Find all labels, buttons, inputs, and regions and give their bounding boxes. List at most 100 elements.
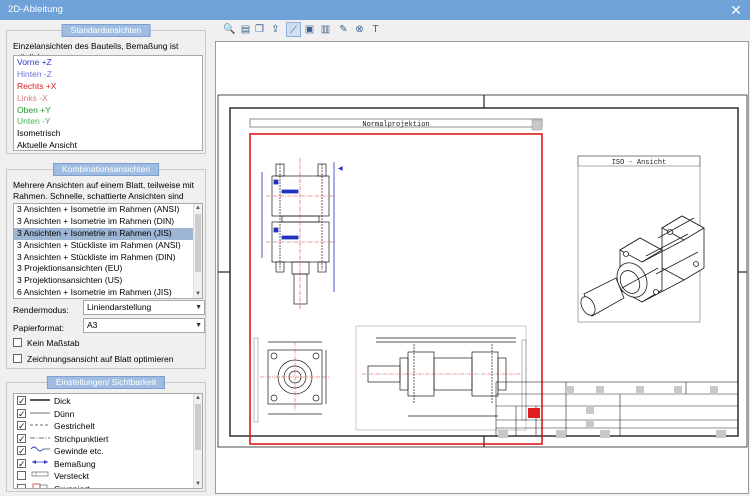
front-view[interactable] xyxy=(271,163,330,305)
scroll-thumb[interactable] xyxy=(195,214,201,272)
paper-format-select[interactable]: A3 ▼ xyxy=(83,318,205,333)
thick-line-icon xyxy=(30,394,50,401)
delete-icon[interactable]: ⊗ xyxy=(352,22,367,37)
standard-views-title: Standardansichten xyxy=(61,24,151,37)
combination-view-item[interactable]: 3 Ansichten + Stückliste im Rahmen (DIN) xyxy=(14,252,202,264)
combination-view-item[interactable]: 3 Ansichten + Stückliste im Rahmen (ANSI… xyxy=(14,240,202,252)
combination-view-item[interactable]: 3 Ansichten + Isometrie im Rahmen (JIS) xyxy=(14,227,202,240)
hidden-line-icon xyxy=(30,469,50,477)
checkbox-icon[interactable] xyxy=(13,354,22,363)
checkbox-icon[interactable] xyxy=(17,483,26,488)
measure-icon[interactable]: ⟋ xyxy=(286,22,301,37)
visibility-item[interactable]: Gruppiert xyxy=(14,482,202,488)
zoom-icon[interactable]: 🔍 xyxy=(222,22,237,37)
edit-icon[interactable]: ✎ xyxy=(336,22,351,37)
visibility-group: Einstellungen/ Sichtbarkeit Dick Dünn Gest… xyxy=(6,376,206,492)
optimize-view-label: Zeichnungsansicht auf Blatt optimieren xyxy=(27,354,174,364)
checkbox-icon[interactable] xyxy=(17,445,26,458)
copy-icon[interactable]: ❐ xyxy=(252,22,267,37)
export-icon[interactable]: ⇪ xyxy=(268,22,283,37)
top-view[interactable] xyxy=(367,337,516,417)
visibility-item[interactable]: Strichpunktiert xyxy=(14,432,202,445)
window-titlebar: 2D-Ableitung ✕ xyxy=(0,0,750,20)
combination-views-title: Kombinationsansichten xyxy=(53,163,159,176)
visibility-item-label: Gewinde etc. xyxy=(54,446,104,456)
print-preview-icon[interactable]: ▤ xyxy=(238,22,253,37)
combination-view-item[interactable]: 3 Ansichten + Isometrie im Rahmen (DIN) xyxy=(14,216,202,228)
visibility-item[interactable]: Dünn xyxy=(14,407,202,420)
iso-view-label: ISO - Ansicht xyxy=(612,159,667,167)
visibility-item[interactable]: Bemaßung xyxy=(14,457,202,470)
thread-line-icon xyxy=(30,444,50,452)
standard-view-item[interactable]: Links -X xyxy=(14,93,202,105)
visibility-item[interactable]: Dick xyxy=(14,394,202,408)
no-scale-checkbox[interactable]: Kein Maßstab xyxy=(13,338,79,349)
visibility-item-label: Versteckt xyxy=(54,471,89,481)
technical-drawing: Normalprojektion ◀ ISO - Ansicht xyxy=(217,94,748,448)
render-mode-label: Rendermodus: xyxy=(13,305,69,315)
chevron-down-icon: ▼ xyxy=(195,304,202,311)
render-mode-value: Liniendarstellung xyxy=(87,302,152,312)
standard-view-item[interactable]: Rechts +X xyxy=(14,81,202,93)
save-icon[interactable]: ▣ xyxy=(302,22,317,37)
scroll-up-icon[interactable]: ▲ xyxy=(194,204,202,212)
window-title: 2D-Ableitung xyxy=(8,4,63,15)
list-scrollbar[interactable]: ▲ ▼ xyxy=(193,204,202,298)
combination-views-list[interactable]: 3 Ansichten + Isometrie im Rahmen (ANSI)… xyxy=(13,203,203,299)
dashdot-line-icon xyxy=(30,432,50,438)
checkbox-icon[interactable] xyxy=(17,395,26,408)
standard-view-item[interactable]: Oben +Y xyxy=(14,105,202,117)
layers-icon[interactable]: ▥ xyxy=(318,22,333,37)
paper-format-label: Papierformat: xyxy=(13,323,65,333)
combination-view-item[interactable]: 3 Ansichten + Isometrie im Rahmen (ANSI) xyxy=(14,204,202,216)
isometric-part[interactable] xyxy=(578,215,705,318)
visibility-title: Einstellungen/ Sichtbarkeit xyxy=(46,376,166,389)
standard-view-item[interactable]: Unten -Y xyxy=(14,116,202,128)
svg-text:◀: ◀ xyxy=(338,166,343,172)
checkbox-icon[interactable] xyxy=(13,338,22,347)
no-scale-label: Kein Maßstab xyxy=(27,338,80,348)
standard-view-item[interactable]: Vorne +Z xyxy=(14,57,202,69)
drawing-area: 🔍 ▤ ❐ ⇪ ⟋ ▣ ▥ ✎ ⊗ T Normalprojektion ◀ I… xyxy=(214,20,750,496)
combination-view-item[interactable]: 3 Projektionsansichten (EU) xyxy=(14,263,202,275)
combination-views-description-1: Mehrere Ansichten auf einem Blatt, teilw… xyxy=(13,180,194,190)
visibility-item-label: Strichpunktiert xyxy=(54,433,109,444)
combination-view-item[interactable]: 6 Ansichten + Isometrie im Rahmen (JIS) xyxy=(14,287,202,298)
optimize-view-checkbox[interactable]: Zeichnungsansicht auf Blatt optimieren xyxy=(13,354,173,365)
standard-view-item[interactable]: Aktuelle Ansicht xyxy=(14,140,202,150)
visibility-item-label: Dünn xyxy=(54,408,75,419)
text-icon[interactable]: T xyxy=(368,22,383,37)
standard-views-group: Standardansichten Einzelansichten des Ba… xyxy=(6,24,206,154)
scroll-down-icon[interactable]: ▼ xyxy=(194,290,202,298)
visibility-item-label: Bemaßung xyxy=(54,458,96,469)
standard-view-item[interactable]: Isometrisch xyxy=(14,128,202,140)
visibility-item[interactable]: Gestrichelt xyxy=(14,419,202,433)
side-view[interactable] xyxy=(267,341,327,415)
render-mode-select[interactable]: Liniendarstellung ▼ xyxy=(83,300,205,315)
visibility-item[interactable]: Versteckt xyxy=(14,469,202,482)
grouped-line-icon xyxy=(30,482,50,488)
thin-line-icon xyxy=(30,407,50,413)
checkbox-icon[interactable] xyxy=(17,433,26,445)
scroll-up-icon[interactable]: ▲ xyxy=(194,394,202,402)
combination-views-group: Kombinationsansichten Mehrere Ansichten … xyxy=(6,163,206,369)
checkbox-icon[interactable] xyxy=(17,458,26,470)
standard-view-item[interactable]: Hinten -Z xyxy=(14,69,202,81)
drawing-canvas[interactable]: Normalprojektion ◀ ISO - Ansicht xyxy=(215,41,749,494)
checkbox-icon[interactable] xyxy=(17,420,26,433)
paper-format-value: A3 xyxy=(87,320,98,330)
close-icon[interactable]: ✕ xyxy=(728,2,744,18)
left-panel: Standardansichten Einzelansichten des Ba… xyxy=(0,20,214,496)
combination-view-item[interactable]: 3 Projektionsansichten (US) xyxy=(14,275,202,287)
drawing-toolbar: 🔍 ▤ ❐ ⇪ ⟋ ▣ ▥ ✎ ⊗ T xyxy=(214,20,750,40)
standard-views-list[interactable]: Vorne +Z Hinten -Z Rechts +X Links -X Oben +… xyxy=(13,55,203,151)
visibility-list[interactable]: Dick Dünn Gestrichelt Strichpunktiert Gewind… xyxy=(13,393,203,489)
scroll-thumb[interactable] xyxy=(195,404,201,450)
visibility-scrollbar[interactable]: ▲ ▼ xyxy=(193,394,202,488)
checkbox-icon[interactable] xyxy=(17,408,26,420)
checkbox-icon[interactable] xyxy=(17,471,26,480)
dimension-line-icon xyxy=(30,457,50,464)
scroll-down-icon[interactable]: ▼ xyxy=(194,480,202,488)
visibility-item-label: Gestrichelt xyxy=(54,421,95,431)
visibility-item[interactable]: Gewinde etc. xyxy=(14,444,202,458)
